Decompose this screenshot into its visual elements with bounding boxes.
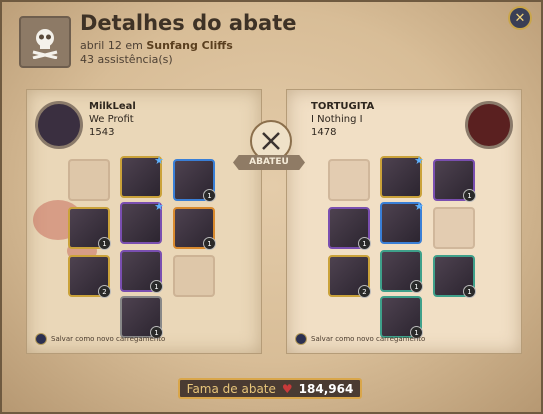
killer-avatar[interactable] [35,101,83,149]
victim-panel: TORTUGITA I Nothing I 1478 ★ 1 1 ★ 2 1 1… [286,89,522,354]
mount-item[interactable]: 1 [380,296,423,339]
victim-name[interactable]: TORTUGITA [311,101,374,112]
star-icon: ★ [414,200,424,213]
mount-item[interactable]: 1 [120,296,163,339]
mainhand-item[interactable]: 1 [328,207,371,250]
star-icon: ★ [414,154,424,167]
quantity-badge: 1 [150,280,163,293]
skull-icon [19,16,71,68]
save-loadout-label: Salvar como novo carregamento [311,335,426,343]
save-icon [295,333,307,345]
page-title: Detalhes do abate [80,11,297,35]
quantity-badge: 1 [98,237,111,250]
quantity-badge: 1 [410,280,423,293]
victim-avatar[interactable] [465,101,513,149]
kill-details-window: Detalhes do abate abril 12 em Sunfang Cl… [0,0,543,414]
quantity-badge: 2 [98,285,111,298]
food-slot [173,255,215,297]
killed-label: ABATEU [233,155,305,170]
boots-item[interactable]: 1 [120,250,163,293]
quantity-badge: 1 [203,237,216,250]
kill-date-location: abril 12 em Sunfang Cliffs [80,39,233,52]
head-item[interactable]: ★ [380,154,424,198]
victim-item-power: 1478 [311,127,337,138]
star-icon: ★ [154,200,164,213]
bag-slot [328,159,370,201]
armor-item[interactable]: ★ [380,200,424,244]
mainhand-item[interactable]: 1 [68,207,111,250]
quantity-badge: 1 [463,285,476,298]
kill-fame-value: 184,964 [298,381,354,396]
potion-item[interactable]: 2 [68,255,111,298]
save-loadout-button[interactable]: Salvar como novo carregamento [295,333,425,345]
offhand-slot [433,207,475,249]
armor-item[interactable]: ★ [120,200,164,244]
cape-item[interactable]: 1 [433,159,476,202]
quantity-badge: 1 [203,189,216,202]
save-icon [35,333,47,345]
quantity-badge: 1 [358,237,371,250]
fame-icon: ♥ [281,381,293,396]
killer-name[interactable]: MilkLeal [89,101,136,112]
save-loadout-label: Salvar como novo carregamento [51,335,166,343]
food-item[interactable]: 1 [433,255,476,298]
close-button[interactable]: ✕ [508,6,532,30]
kill-fame-label: Fama de abate [186,381,276,396]
killer-panel: MilkLeal We Profit 1543 ★ 1 1 ★ 1 2 1 1 … [26,89,262,354]
assist-count: 43 assistência(s) [80,53,173,66]
victim-guild: I Nothing I [311,114,363,125]
quantity-badge: 1 [463,189,476,202]
cape-item[interactable]: 1 [173,159,216,202]
quantity-badge: 2 [358,285,371,298]
potion-item[interactable]: 2 [328,255,371,298]
save-loadout-button[interactable]: Salvar como novo carregamento [35,333,165,345]
killer-item-power: 1543 [89,127,115,138]
head-item[interactable]: ★ [120,154,164,198]
offhand-item[interactable]: 1 [173,207,216,250]
kill-location: Sunfang Cliffs [146,39,233,52]
star-icon: ★ [154,154,164,167]
bag-slot [68,159,110,201]
kill-date: abril 12 em [80,39,143,52]
killer-guild: We Profit [89,114,134,125]
kill-fame-bar: Fama de abate ♥ 184,964 [178,378,362,399]
boots-item[interactable]: 1 [380,250,423,293]
